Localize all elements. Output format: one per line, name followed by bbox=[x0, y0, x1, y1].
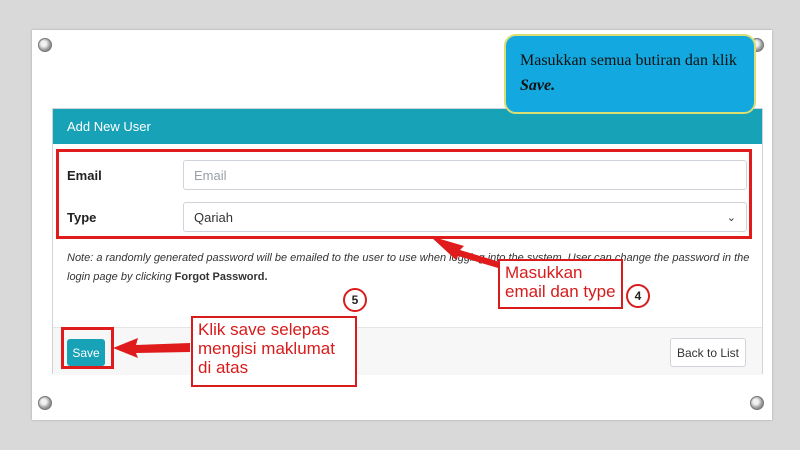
callout-email-type: Masukkan email dan type bbox=[498, 259, 623, 309]
step-4-label: 4 bbox=[634, 289, 642, 303]
arrow-to-form-icon bbox=[430, 236, 500, 268]
callout-save: Klik save selepas mengisi maklumat di at… bbox=[191, 316, 357, 387]
instruction-save-text: Save. bbox=[520, 77, 556, 94]
instruction-text: Masukkan semua butiran dan klik bbox=[520, 52, 737, 69]
callout-save-text: Klik save selepas mengisi maklumat di at… bbox=[198, 320, 335, 377]
step-5-badge: 5 bbox=[343, 288, 367, 312]
callout-email-type-text: Masukkan email dan type bbox=[505, 263, 616, 301]
step-4-badge: 4 bbox=[626, 284, 650, 308]
step-5-label: 5 bbox=[351, 293, 359, 307]
instruction-bubble: Masukkan semua butiran dan klik Save. bbox=[504, 34, 756, 114]
arrow-to-save-icon bbox=[113, 338, 190, 358]
